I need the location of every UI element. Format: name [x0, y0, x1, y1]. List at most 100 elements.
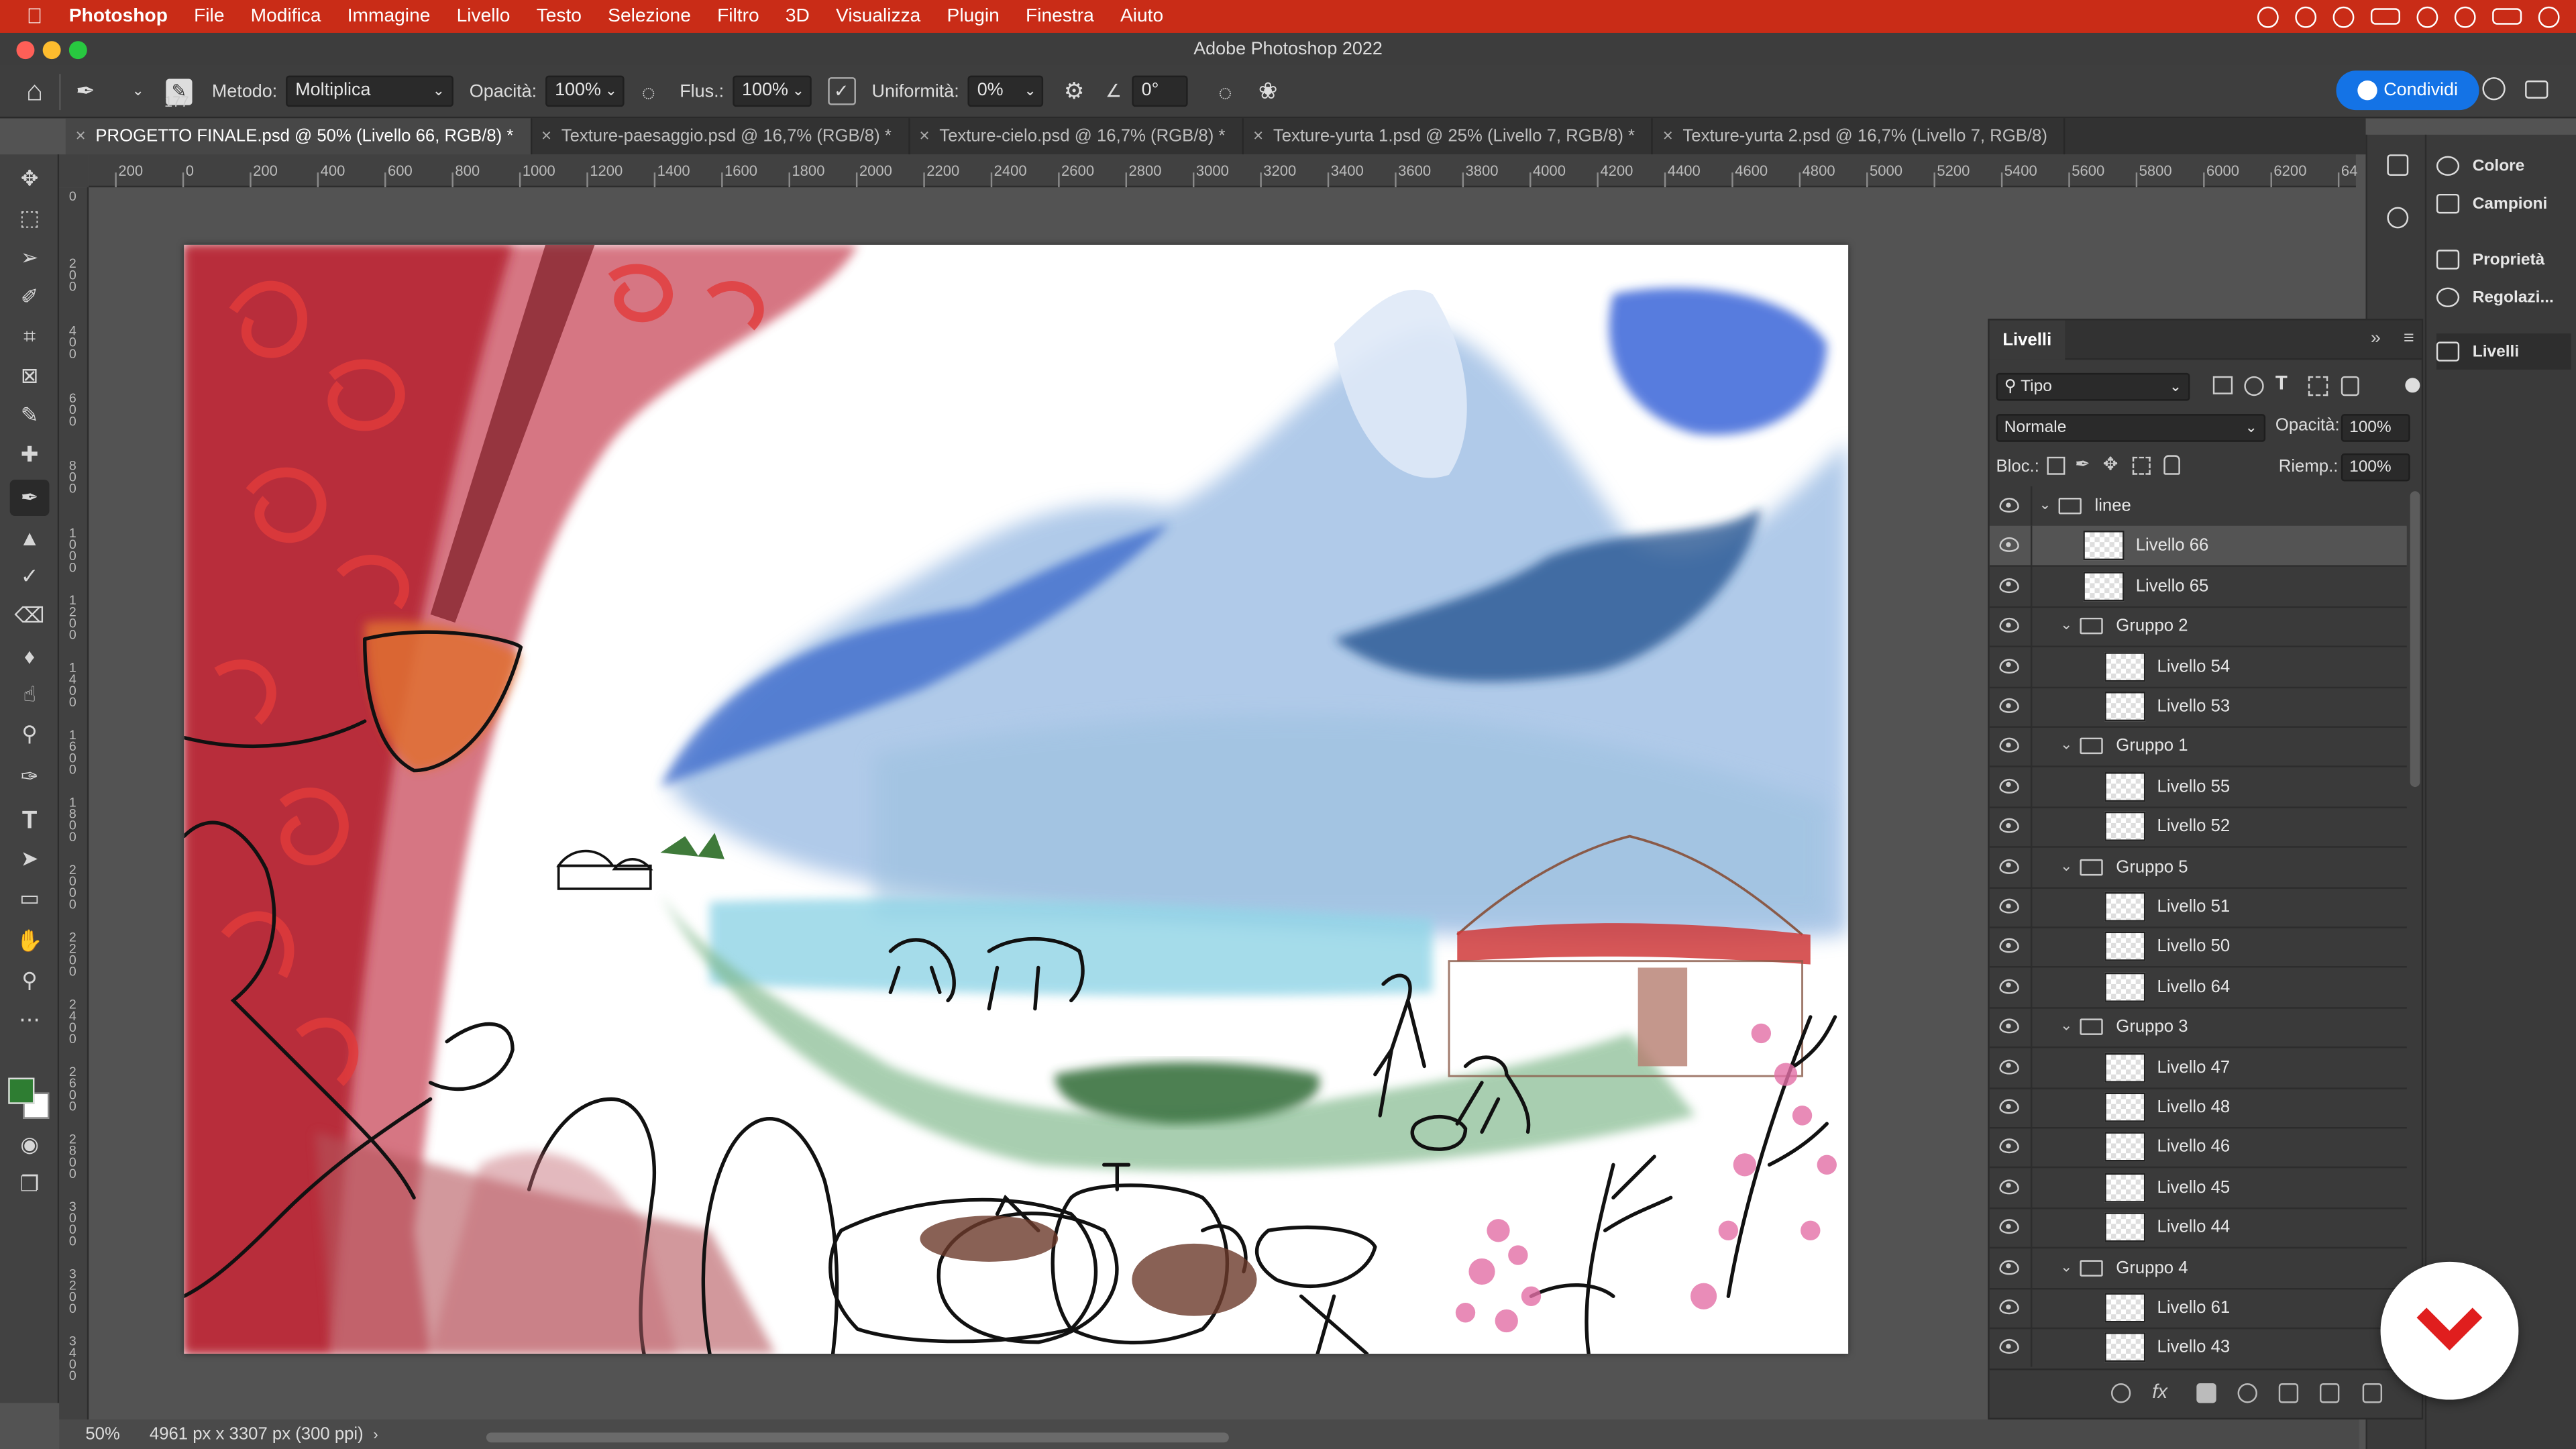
visibility-eye-icon[interactable]	[1999, 698, 2019, 713]
layer-thumbnail[interactable]	[2104, 1173, 2146, 1203]
control-center-icon[interactable]	[2492, 8, 2522, 25]
screen-mode-icon[interactable]: ❐	[10, 1167, 50, 1203]
fill-input[interactable]: 100%	[2341, 453, 2410, 482]
more-tools-icon[interactable]: ⋯	[10, 1002, 50, 1038]
adjustment-layer-icon[interactable]	[2237, 1383, 2257, 1403]
history-icon[interactable]	[2387, 154, 2409, 176]
layer-thumbnail[interactable]	[2104, 1212, 2146, 1242]
foreground-color-swatch[interactable]	[8, 1077, 35, 1104]
layer-row[interactable]: Livello 43	[1990, 1328, 2407, 1367]
brush-size[interactable]: 177	[164, 94, 189, 110]
pen-tool-icon[interactable]: ✑	[10, 759, 50, 795]
link-layers-icon[interactable]	[2110, 1383, 2131, 1403]
apple-icon[interactable]: 	[23, 4, 46, 28]
layer-row[interactable]: Livello 61	[1989, 1288, 2407, 1330]
home-icon[interactable]: ⌂	[19, 74, 49, 106]
panel-colore[interactable]: Colore	[2436, 148, 2571, 184]
visibility-eye-icon[interactable]	[1999, 1018, 2019, 1034]
lock-transparency-icon[interactable]	[2047, 456, 2065, 475]
zoom-tool-icon[interactable]: ⚲	[10, 963, 50, 999]
layer-thumbnail[interactable]	[2104, 1132, 2146, 1163]
lasso-tool-icon[interactable]: ➢	[10, 240, 50, 276]
layer-row[interactable]: Livello 54	[1989, 646, 2407, 688]
clone-stamp-tool-icon[interactable]: ▲	[10, 519, 50, 555]
visibility-eye-icon[interactable]	[1999, 1219, 2019, 1234]
smudge-tool-icon[interactable]: ☝	[10, 677, 50, 713]
wifi-icon[interactable]	[2416, 5, 2438, 28]
new-group-icon[interactable]	[2278, 1383, 2299, 1403]
brush-preset-icon[interactable]: ✒	[70, 76, 100, 106]
share-button[interactable]: Condividi	[2336, 70, 2479, 111]
layer-thumbnail[interactable]	[2104, 1092, 2146, 1122]
visibility-eye-icon[interactable]	[1999, 1059, 2019, 1074]
panel-menu-icon[interactable]: ≡	[2404, 329, 2414, 348]
menu-selezione[interactable]: Selezione	[595, 7, 704, 26]
layer-row[interactable]: Livello 50	[1989, 927, 2407, 969]
layer-thumbnail[interactable]	[2104, 771, 2146, 802]
layer-thumbnail[interactable]	[2104, 1293, 2146, 1323]
menu-testo[interactable]: Testo	[523, 7, 595, 26]
layer-opacity-input[interactable]: 100%	[2341, 414, 2410, 442]
document-canvas[interactable]	[184, 244, 1849, 1354]
crop-tool-icon[interactable]: ⌗	[10, 319, 50, 355]
close-icon[interactable]: ×	[919, 127, 929, 146]
menu-aiuto[interactable]: Aiuto	[1107, 7, 1176, 26]
filter-adjustment-icon[interactable]	[2244, 376, 2264, 396]
filter-type-icon[interactable]: T	[2275, 371, 2288, 394]
new-layer-icon[interactable]	[2319, 1383, 2340, 1403]
lock-all-icon[interactable]	[2163, 455, 2180, 475]
close-icon[interactable]: ×	[541, 127, 551, 146]
layer-thumbnail[interactable]	[2104, 651, 2146, 682]
layer-thumbnail[interactable]	[2104, 972, 2146, 1002]
horizontal-scrollbar[interactable]	[486, 1432, 1229, 1443]
layer-thumbnail[interactable]	[2104, 692, 2146, 722]
rectangle-tool-icon[interactable]: ▭	[10, 881, 50, 917]
chevron-down-icon[interactable]: ⌄	[2060, 1258, 2072, 1276]
tab-texture-yurta-2[interactable]: × Texture-yurta 2.psd @ 16,7% (Livello 7,…	[1653, 118, 2065, 155]
tab-texture-cielo[interactable]: × Texture-cielo.psd @ 16,7% (RGB/8) *	[910, 118, 1244, 155]
filter-shape-icon[interactable]	[2308, 376, 2328, 396]
visibility-eye-icon[interactable]	[1999, 1299, 2019, 1315]
trash-icon[interactable]	[2362, 1383, 2383, 1403]
layer-thumbnail[interactable]	[2083, 531, 2125, 561]
quick-selection-tool-icon[interactable]: ✐	[10, 279, 50, 315]
spotlight-icon[interactable]	[2454, 5, 2476, 28]
pressure-opacity-icon[interactable]: ◌	[634, 76, 663, 106]
visibility-eye-icon[interactable]	[1999, 1339, 2019, 1354]
battery-icon[interactable]	[2370, 8, 2400, 25]
layer-blend-mode-select[interactable]: Normale ⌄	[1996, 414, 2266, 442]
tab-texture-yurta-1[interactable]: × Texture-yurta 1.psd @ 25% (Livello 7, R…	[1243, 118, 1653, 155]
chevron-right-icon[interactable]: ›	[373, 1426, 378, 1442]
layer-group-row[interactable]: ⌄ Gruppo 1	[1989, 727, 2407, 768]
blend-mode-select[interactable]: Moltiplica ⌄	[285, 75, 453, 107]
visibility-eye-icon[interactable]	[1999, 1179, 2019, 1194]
visibility-eye-icon[interactable]	[1999, 898, 2019, 914]
visibility-eye-icon[interactable]	[1999, 738, 2019, 753]
search-icon[interactable]	[2482, 77, 2506, 101]
zoom-window-button[interactable]	[68, 41, 87, 60]
collapse-icon[interactable]: »	[2371, 329, 2381, 348]
layer-row[interactable]: Livello 51	[1989, 887, 2407, 928]
tab-progetto-finale[interactable]: × PROGETTO FINALE.psd @ 50% (Livello 66, …	[65, 118, 532, 155]
flow-input[interactable]: 100% ⌄	[732, 75, 811, 107]
layer-thumbnail[interactable]	[2104, 892, 2146, 922]
visibility-eye-icon[interactable]	[1999, 658, 2019, 674]
visibility-eye-icon[interactable]	[1999, 938, 2019, 954]
fx-icon[interactable]: fx	[2152, 1380, 2167, 1403]
close-icon[interactable]: ×	[76, 127, 86, 146]
paint-bucket-tool-icon[interactable]: ♦	[10, 637, 50, 674]
visibility-eye-icon[interactable]	[1999, 578, 2019, 593]
airdrop-icon[interactable]	[2332, 5, 2355, 28]
menu-app-name[interactable]: Photoshop	[59, 7, 180, 26]
visibility-eye-icon[interactable]	[1999, 537, 2019, 553]
layers-panel-title[interactable]: Livelli	[1989, 320, 2065, 360]
layer-group-row[interactable]: ⌄ Gruppo 3	[1989, 1007, 2407, 1049]
layer-row[interactable]: Livello 53	[1989, 686, 2407, 728]
visibility-eye-icon[interactable]	[1999, 1099, 2019, 1114]
hand-tool-icon[interactable]: ✋	[10, 923, 50, 959]
visibility-eye-icon[interactable]	[1999, 979, 2019, 994]
smoothing-input[interactable]: 0% ⌄	[967, 75, 1043, 107]
visibility-eye-icon[interactable]	[1999, 1259, 2019, 1275]
layer-row[interactable]: Livello 48	[1989, 1087, 2407, 1129]
chevron-down-icon[interactable]: ⌄	[2039, 496, 2051, 515]
